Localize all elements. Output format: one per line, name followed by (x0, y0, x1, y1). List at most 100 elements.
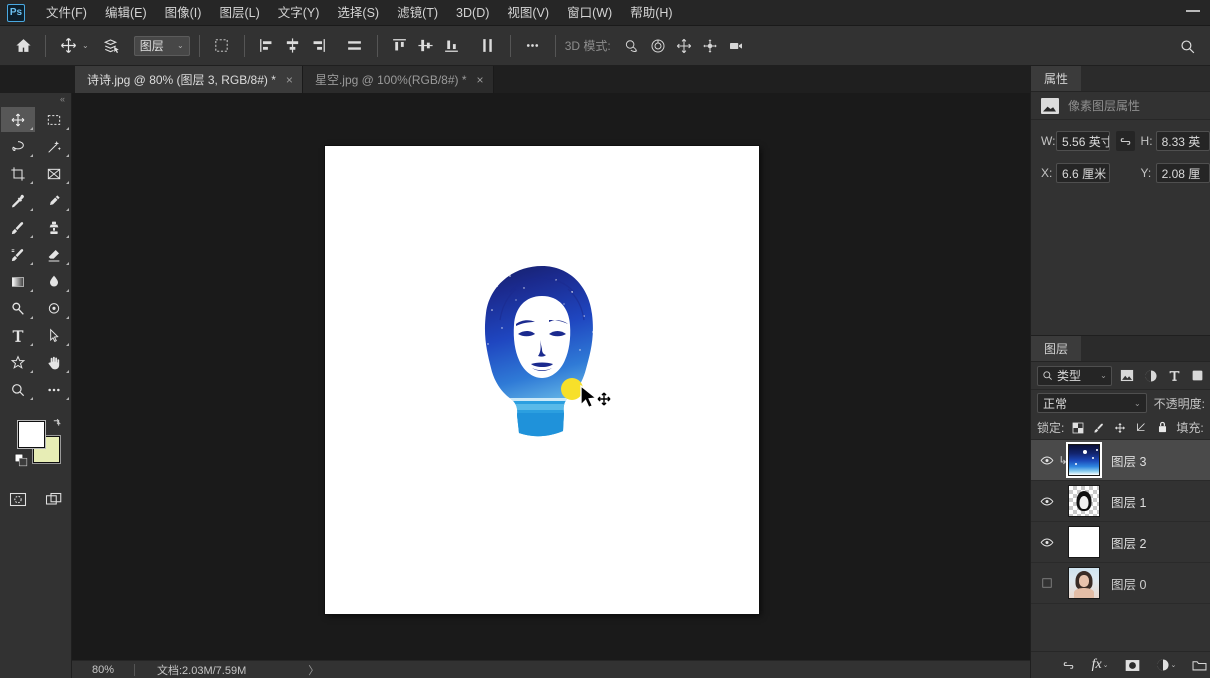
healing-brush-tool[interactable] (37, 188, 71, 213)
layer-visibility-toggle[interactable] (1036, 537, 1058, 548)
lasso-tool[interactable] (1, 134, 35, 159)
edit-toolbar-tool[interactable] (37, 377, 71, 402)
brush-tool[interactable] (1, 215, 35, 240)
gradient-tool[interactable] (1, 269, 35, 294)
filter-adjustment-layers-icon[interactable] (1143, 367, 1158, 385)
x-input[interactable]: 6.6 厘米 (1056, 163, 1111, 183)
distribute-horizontal-icon[interactable] (342, 33, 368, 59)
menu-view[interactable]: 视图(V) (498, 1, 558, 25)
pan-3d-icon[interactable] (671, 33, 697, 59)
layer-style-fx-icon[interactable]: fx ⌄ (1092, 657, 1109, 673)
menu-file[interactable]: 文件(F) (37, 1, 96, 25)
layer-thumbnail[interactable] (1068, 485, 1100, 517)
align-bottom-icon[interactable] (439, 33, 465, 59)
orbit-3d-icon[interactable] (619, 33, 645, 59)
filter-type-layers-icon[interactable] (1166, 367, 1181, 385)
zoom-tool[interactable] (1, 377, 35, 402)
show-transform-controls-icon[interactable] (209, 33, 235, 59)
width-input[interactable]: 5.56 英寸 (1056, 131, 1111, 151)
lock-position-icon[interactable] (1113, 421, 1127, 435)
tab-properties[interactable]: 属性 (1031, 66, 1082, 91)
move-tool-icon[interactable] (55, 33, 81, 59)
lock-image-pixels-icon[interactable] (1092, 421, 1106, 435)
menu-type[interactable]: 文字(Y) (269, 1, 329, 25)
add-layer-mask-icon[interactable] (1125, 659, 1140, 672)
canvas-area[interactable] (72, 93, 1030, 660)
close-icon[interactable]: × (286, 74, 293, 86)
menu-help[interactable]: 帮助(H) (621, 1, 681, 25)
auto-select-layer-icon[interactable] (99, 33, 125, 59)
lock-artboard-nesting-icon[interactable] (1134, 421, 1148, 435)
layer-thumbnail[interactable] (1066, 442, 1102, 478)
status-expand-icon[interactable]: 〉 (308, 662, 319, 678)
slide-3d-icon[interactable] (697, 33, 723, 59)
hand-tool[interactable] (37, 350, 71, 375)
move-tool-dropdown-icon[interactable]: ⌄ (82, 41, 89, 50)
eraser-tool[interactable] (37, 242, 71, 267)
layer-row-0[interactable]: 图层 0 (1031, 563, 1210, 604)
menu-edit[interactable]: 编辑(E) (96, 1, 156, 25)
menu-layer[interactable]: 图层(L) (210, 1, 268, 25)
link-dimensions-icon[interactable] (1116, 131, 1135, 151)
dodge-tool[interactable] (1, 296, 35, 321)
close-icon[interactable]: × (477, 74, 484, 86)
layer-visibility-toggle[interactable] (1036, 496, 1058, 507)
auto-select-target-dropdown[interactable]: 图层 ⌄ (133, 35, 190, 56)
pen-tool[interactable] (37, 296, 71, 321)
filter-pixel-layers-icon[interactable] (1120, 367, 1135, 385)
rectangular-marquee-tool[interactable] (37, 107, 71, 132)
crop-tool[interactable] (1, 161, 35, 186)
clone-stamp-tool[interactable] (37, 215, 71, 240)
align-left-icon[interactable] (254, 33, 280, 59)
align-middle-vertical-icon[interactable] (413, 33, 439, 59)
new-group-icon[interactable] (1192, 659, 1207, 672)
foreground-color-swatch[interactable] (17, 420, 46, 449)
default-colors-icon[interactable] (14, 453, 28, 470)
move-tool[interactable] (1, 107, 35, 132)
more-options-icon[interactable] (520, 33, 546, 59)
lock-all-icon[interactable] (1155, 421, 1169, 435)
tab-layers[interactable]: 图层 (1031, 336, 1082, 361)
roll-3d-icon[interactable] (645, 33, 671, 59)
custom-shape-tool[interactable] (1, 350, 35, 375)
menu-3d[interactable]: 3D(D) (447, 1, 498, 25)
quick-mask-icon[interactable] (1, 487, 35, 511)
menu-select[interactable]: 选择(S) (328, 1, 388, 25)
menu-filter[interactable]: 滤镜(T) (388, 1, 447, 25)
eyedropper-tool[interactable] (1, 188, 35, 213)
height-input[interactable]: 8.33 英 (1155, 131, 1210, 151)
camera-3d-icon[interactable] (723, 33, 749, 59)
layer-visibility-toggle[interactable] (1036, 577, 1058, 589)
toolbar-collapse-icon[interactable]: « (0, 94, 71, 104)
menu-image[interactable]: 图像(I) (156, 1, 211, 25)
horizontal-type-tool[interactable] (1, 323, 35, 348)
document-tab-xingkong[interactable]: 星空.jpg @ 100%(RGB/8#) * × (302, 66, 494, 93)
layer-row-1[interactable]: 图层 1 (1031, 481, 1210, 522)
align-right-icon[interactable] (306, 33, 332, 59)
layer-row-2[interactable]: 图层 2 (1031, 522, 1210, 563)
blend-mode-dropdown[interactable]: 正常 ⌄ (1037, 393, 1147, 413)
align-center-horizontal-icon[interactable] (280, 33, 306, 59)
distribute-vertical-icon[interactable] (475, 33, 501, 59)
magic-wand-tool[interactable] (37, 134, 71, 159)
minimize-button[interactable] (1186, 10, 1200, 12)
lock-transparent-pixels-icon[interactable] (1071, 421, 1085, 435)
layer-kind-filter-dropdown[interactable]: 类型 ⌄ (1037, 365, 1112, 386)
document-tab-shishi[interactable]: 诗诗.jpg @ 80% (图层 3, RGB/8#) * × (75, 66, 303, 93)
home-icon[interactable] (10, 33, 36, 59)
link-layers-icon[interactable] (1061, 660, 1076, 671)
frame-tool[interactable] (37, 161, 71, 186)
layer-visibility-toggle[interactable] (1036, 455, 1058, 466)
search-icon[interactable] (1174, 33, 1200, 59)
filter-shape-layers-icon[interactable] (1190, 367, 1205, 385)
swap-colors-icon[interactable] (50, 417, 63, 433)
layer-thumbnail[interactable] (1068, 526, 1100, 558)
new-adjustment-layer-icon[interactable]: ⌄ (1156, 658, 1176, 672)
layer-thumbnail[interactable] (1068, 567, 1100, 599)
screen-mode-icon[interactable] (37, 487, 71, 511)
menu-window[interactable]: 窗口(W) (558, 1, 621, 25)
zoom-level[interactable]: 80% (72, 664, 134, 676)
document-canvas[interactable] (325, 146, 759, 614)
layer-row-3[interactable]: ↳ 图层 3 (1031, 440, 1210, 481)
blur-tool[interactable] (37, 269, 71, 294)
